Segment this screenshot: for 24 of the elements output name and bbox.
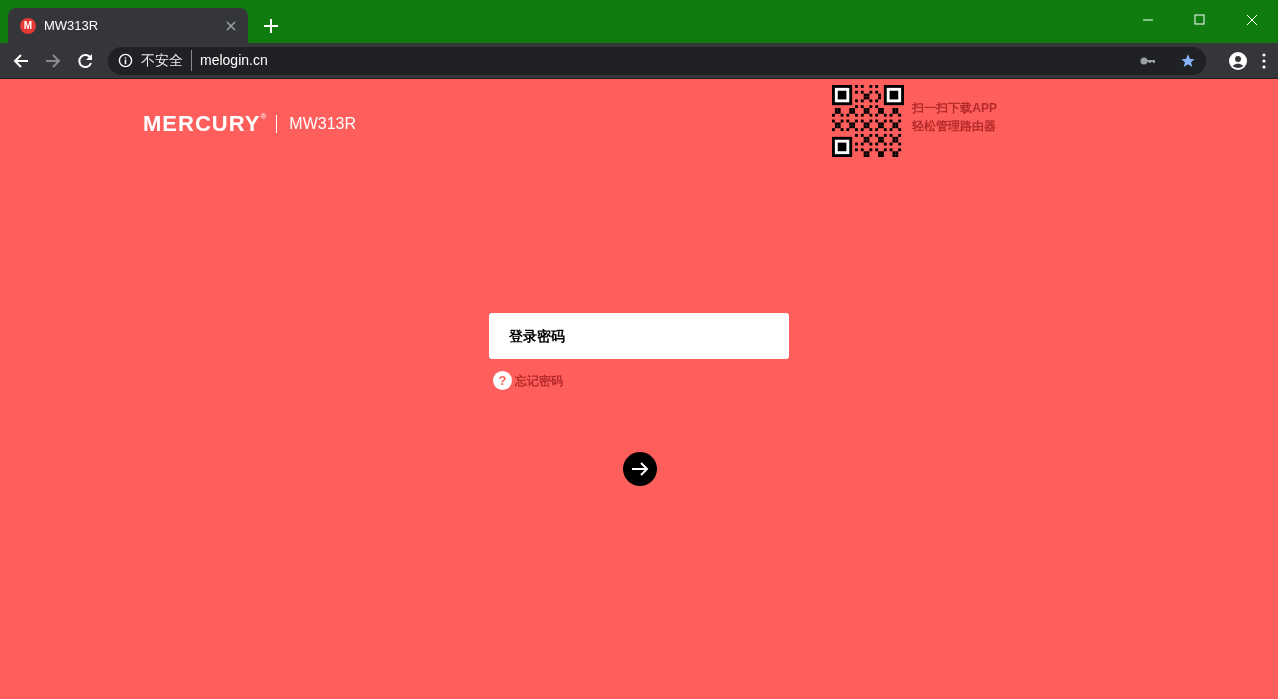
reload-icon[interactable] — [76, 51, 94, 70]
star-icon[interactable] — [1180, 52, 1196, 69]
submit-button[interactable] — [623, 452, 657, 486]
url-text: melogin.cn — [200, 51, 269, 70]
forward-icon[interactable] — [44, 51, 62, 70]
key-icon[interactable] — [1140, 55, 1156, 66]
info-icon[interactable] — [118, 53, 133, 68]
favicon: M — [20, 17, 36, 34]
security-label: 不安全 — [141, 50, 192, 71]
menu-icon[interactable] — [1262, 52, 1266, 69]
address-bar[interactable]: 不安全 melogin.cn — [108, 46, 1206, 75]
profile-icon[interactable] — [1228, 50, 1248, 71]
model-name: MW313R — [276, 115, 356, 133]
tab-title: MW313R — [44, 16, 100, 35]
arrow-icon — [631, 461, 649, 477]
qr-caption: 轻松管理路由器 — [912, 118, 997, 135]
password-field[interactable]: 登录密码 — [489, 313, 789, 359]
browser-tab[interactable]: M MW313R — [8, 8, 248, 43]
qr-caption: 扫一扫下载APP — [912, 100, 997, 117]
brand-logo: MERCURY® — [143, 113, 267, 135]
new-tab-icon[interactable] — [264, 19, 278, 33]
back-icon[interactable] — [12, 51, 30, 70]
maximize-icon[interactable] — [1194, 14, 1206, 26]
close-icon[interactable] — [226, 20, 236, 31]
